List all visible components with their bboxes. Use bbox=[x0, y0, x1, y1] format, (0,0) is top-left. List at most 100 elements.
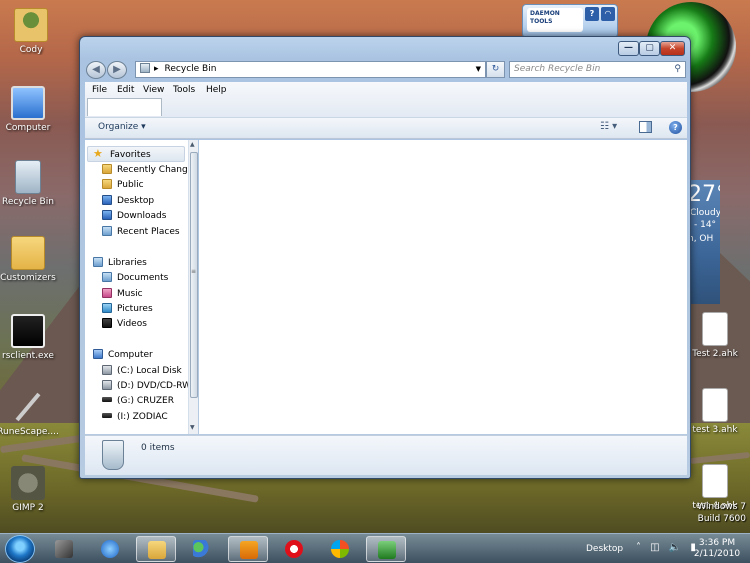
desktop-icon-recycle-bin[interactable]: Recycle Bin bbox=[0, 160, 59, 207]
nav-label: Recently Changed bbox=[117, 165, 198, 175]
desktop-icon-runescape[interactable]: RuneScape.... bbox=[0, 390, 59, 437]
clock[interactable]: 3:36 PM 2/11/2010 bbox=[690, 538, 744, 560]
menu-view[interactable]: View bbox=[143, 85, 164, 95]
forward-button[interactable]: ▶ bbox=[107, 61, 127, 79]
nav-item-public[interactable]: Public bbox=[102, 178, 144, 192]
organize-button[interactable]: Organize ▾ bbox=[98, 122, 146, 132]
weather-location: h, OH bbox=[688, 234, 714, 244]
desktop-icon-label: GIMP 2 bbox=[12, 503, 44, 513]
usb-drive-icon bbox=[102, 413, 112, 418]
opera-icon bbox=[285, 540, 303, 558]
nav-computer[interactable]: Computer bbox=[93, 348, 153, 362]
pictures-icon bbox=[102, 303, 112, 313]
address-location[interactable]: Recycle Bin bbox=[165, 64, 217, 74]
taskbar-internet-explorer[interactable] bbox=[90, 536, 130, 562]
clock-time: 3:36 PM bbox=[698, 538, 736, 548]
daemon-help-button[interactable]: ? bbox=[585, 7, 599, 21]
nav-item-recently-changed[interactable]: Recently Changed bbox=[102, 163, 198, 177]
folder-icon bbox=[102, 179, 112, 189]
taskbar-windows-live[interactable] bbox=[320, 536, 360, 562]
desktop-icon-gimp[interactable]: GIMP 2 bbox=[0, 466, 59, 513]
scroll-up-icon[interactable]: ▲ bbox=[190, 141, 195, 148]
start-button[interactable] bbox=[5, 535, 35, 563]
taskbar-opera[interactable] bbox=[274, 536, 314, 562]
nav-label: (D:) DVD/CD-RW bbox=[117, 381, 191, 391]
minimize-button[interactable]: — bbox=[618, 41, 639, 56]
downloads-icon bbox=[102, 210, 112, 220]
menu-tab bbox=[87, 98, 162, 116]
menu-file[interactable]: File bbox=[92, 85, 107, 95]
desktop-icon-test3[interactable]: test 3.ahk bbox=[684, 388, 746, 435]
address-bar[interactable]: ▸ Recycle Bin ▼ bbox=[135, 61, 486, 78]
desktop-icon bbox=[102, 195, 112, 205]
nav-label: Music bbox=[117, 289, 143, 299]
nav-item-pictures[interactable]: Pictures bbox=[102, 302, 153, 316]
nav-label: Desktop bbox=[117, 196, 155, 206]
desktop-icon-computer[interactable]: Computer bbox=[0, 86, 59, 133]
desktop-icon-customizers[interactable]: Customizers bbox=[0, 236, 59, 283]
computer-icon bbox=[93, 349, 103, 359]
nav-label: Public bbox=[117, 180, 144, 190]
nav-item-music[interactable]: Music bbox=[102, 287, 143, 301]
scroll-down-icon[interactable]: ▼ bbox=[190, 424, 195, 431]
help-icon[interactable]: ? bbox=[669, 121, 682, 134]
search-icon[interactable]: ⚲ bbox=[674, 62, 681, 77]
rss-icon[interactable]: ◠ bbox=[601, 7, 615, 21]
nav-item-d-drive[interactable]: (D:) DVD/CD-RW bbox=[102, 379, 191, 393]
nav-item-recent-places[interactable]: Recent Places bbox=[102, 225, 180, 239]
nav-favorites[interactable]: ★ Favorites bbox=[93, 147, 151, 161]
nav-item-g-drive[interactable]: (G:) CRUZER bbox=[102, 394, 174, 408]
star-icon: ★ bbox=[93, 147, 103, 160]
taskbar-messenger[interactable] bbox=[182, 536, 222, 562]
weather-gadget[interactable]: 27° Cloudy - 14° h, OH bbox=[688, 180, 720, 304]
windows-watermark: Windows 7 Build 7600 bbox=[697, 501, 746, 525]
folder-icon bbox=[102, 164, 112, 174]
windows-logo-icon bbox=[331, 540, 349, 558]
menu-tools[interactable]: Tools bbox=[173, 85, 195, 95]
address-dropdown-icon[interactable]: ▼ bbox=[476, 62, 481, 77]
nav-item-documents[interactable]: Documents bbox=[102, 271, 168, 285]
nav-scrollbar[interactable]: ▲ ≡ ▼ bbox=[188, 140, 198, 434]
search-input[interactable]: Search Recycle Bin ⚲ bbox=[509, 61, 686, 78]
taskbar-explorer[interactable] bbox=[136, 536, 176, 562]
menu-edit[interactable]: Edit bbox=[117, 85, 134, 95]
desktop-icon-label: Computer bbox=[5, 123, 51, 133]
nav-item-c-drive[interactable]: (C:) Local Disk bbox=[102, 364, 182, 378]
refresh-button[interactable]: ↻ bbox=[486, 61, 505, 78]
folder-icon bbox=[148, 541, 166, 559]
document-icon bbox=[702, 312, 728, 346]
nav-item-i-drive[interactable]: (I:) ZODIAC bbox=[102, 410, 168, 424]
messenger-icon bbox=[193, 540, 211, 558]
clock-date: 2/11/2010 bbox=[693, 549, 741, 559]
desktop-icon-rsclient[interactable]: rsclient.exe bbox=[0, 314, 59, 361]
desktop-icon-test2[interactable]: Test 2.ahk bbox=[684, 312, 746, 359]
nav-item-videos[interactable]: Videos bbox=[102, 317, 147, 331]
application-icon bbox=[378, 541, 396, 559]
explorer-window[interactable]: — ▢ ✕ ◀ ▶ ▸ Recycle Bin ▼ ↻ Search Recycl… bbox=[79, 36, 691, 479]
change-view-icon[interactable]: ☷ ▾ bbox=[600, 121, 617, 132]
preview-pane-icon[interactable] bbox=[639, 121, 652, 133]
nav-libraries[interactable]: Libraries bbox=[93, 256, 147, 270]
taskbar-app[interactable] bbox=[366, 536, 406, 562]
taskbar-runescape[interactable] bbox=[44, 536, 84, 562]
back-button[interactable]: ◀ bbox=[86, 61, 106, 79]
sword-icon bbox=[55, 540, 73, 558]
desktop-icon-cody[interactable]: Cody bbox=[0, 8, 62, 55]
menu-help[interactable]: Help bbox=[206, 85, 227, 95]
taskbar-media-player[interactable] bbox=[228, 536, 268, 562]
close-icon: ✕ bbox=[668, 43, 677, 53]
nav-item-desktop[interactable]: Desktop bbox=[102, 194, 154, 208]
file-list-area[interactable] bbox=[199, 140, 687, 434]
close-button[interactable]: ✕ bbox=[660, 41, 685, 56]
desktop-icon-label: Cody bbox=[19, 45, 43, 55]
watermark-line: Windows 7 bbox=[697, 502, 746, 512]
desktop-toolbar-label[interactable]: Desktop bbox=[586, 544, 623, 554]
user-folder-icon bbox=[14, 8, 48, 42]
scrollbar-thumb[interactable] bbox=[190, 152, 198, 398]
daemon-tools-gadget[interactable]: DAEMON TOOLS ? ◠ bbox=[522, 4, 618, 38]
breadcrumb-separator-icon[interactable]: ▸ bbox=[154, 64, 159, 74]
maximize-button[interactable]: ▢ bbox=[639, 41, 660, 56]
folder-icon bbox=[11, 236, 45, 270]
scrollbar-grip-icon: ≡ bbox=[191, 268, 197, 275]
nav-item-downloads[interactable]: Downloads bbox=[102, 209, 166, 223]
